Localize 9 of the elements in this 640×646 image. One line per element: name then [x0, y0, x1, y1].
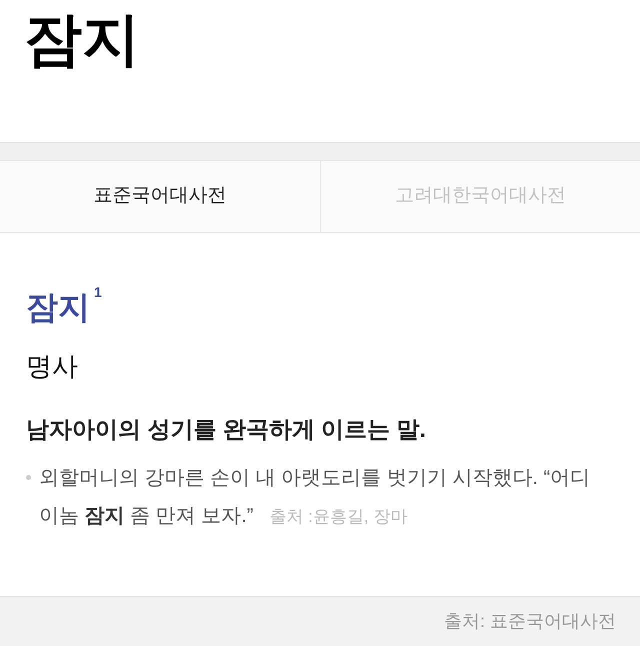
dictionary-tab[interactable]: 표준국어대사전: [0, 161, 320, 232]
example-sentence: 외할머니의 강마른 손이 내 아랫도리를 벗기기 시작했다. “어디 이놈 잠지 좀 만져 보자.” 출처 :윤흥길, 장마: [39, 466, 592, 529]
headword: 잠지$^{1}$: [26, 287, 102, 327]
example-source: 출처 :윤흥길, 장마: [269, 507, 408, 526]
page-title: 잠지: [24, 6, 140, 74]
part-of-speech: 명사: [26, 350, 78, 383]
definition: 남자아이의 성기를 완곡하게 이르는 말.: [26, 415, 426, 444]
footer-source: 출처: 표준국어대사전: [444, 610, 616, 633]
bullet-icon: [26, 475, 31, 480]
